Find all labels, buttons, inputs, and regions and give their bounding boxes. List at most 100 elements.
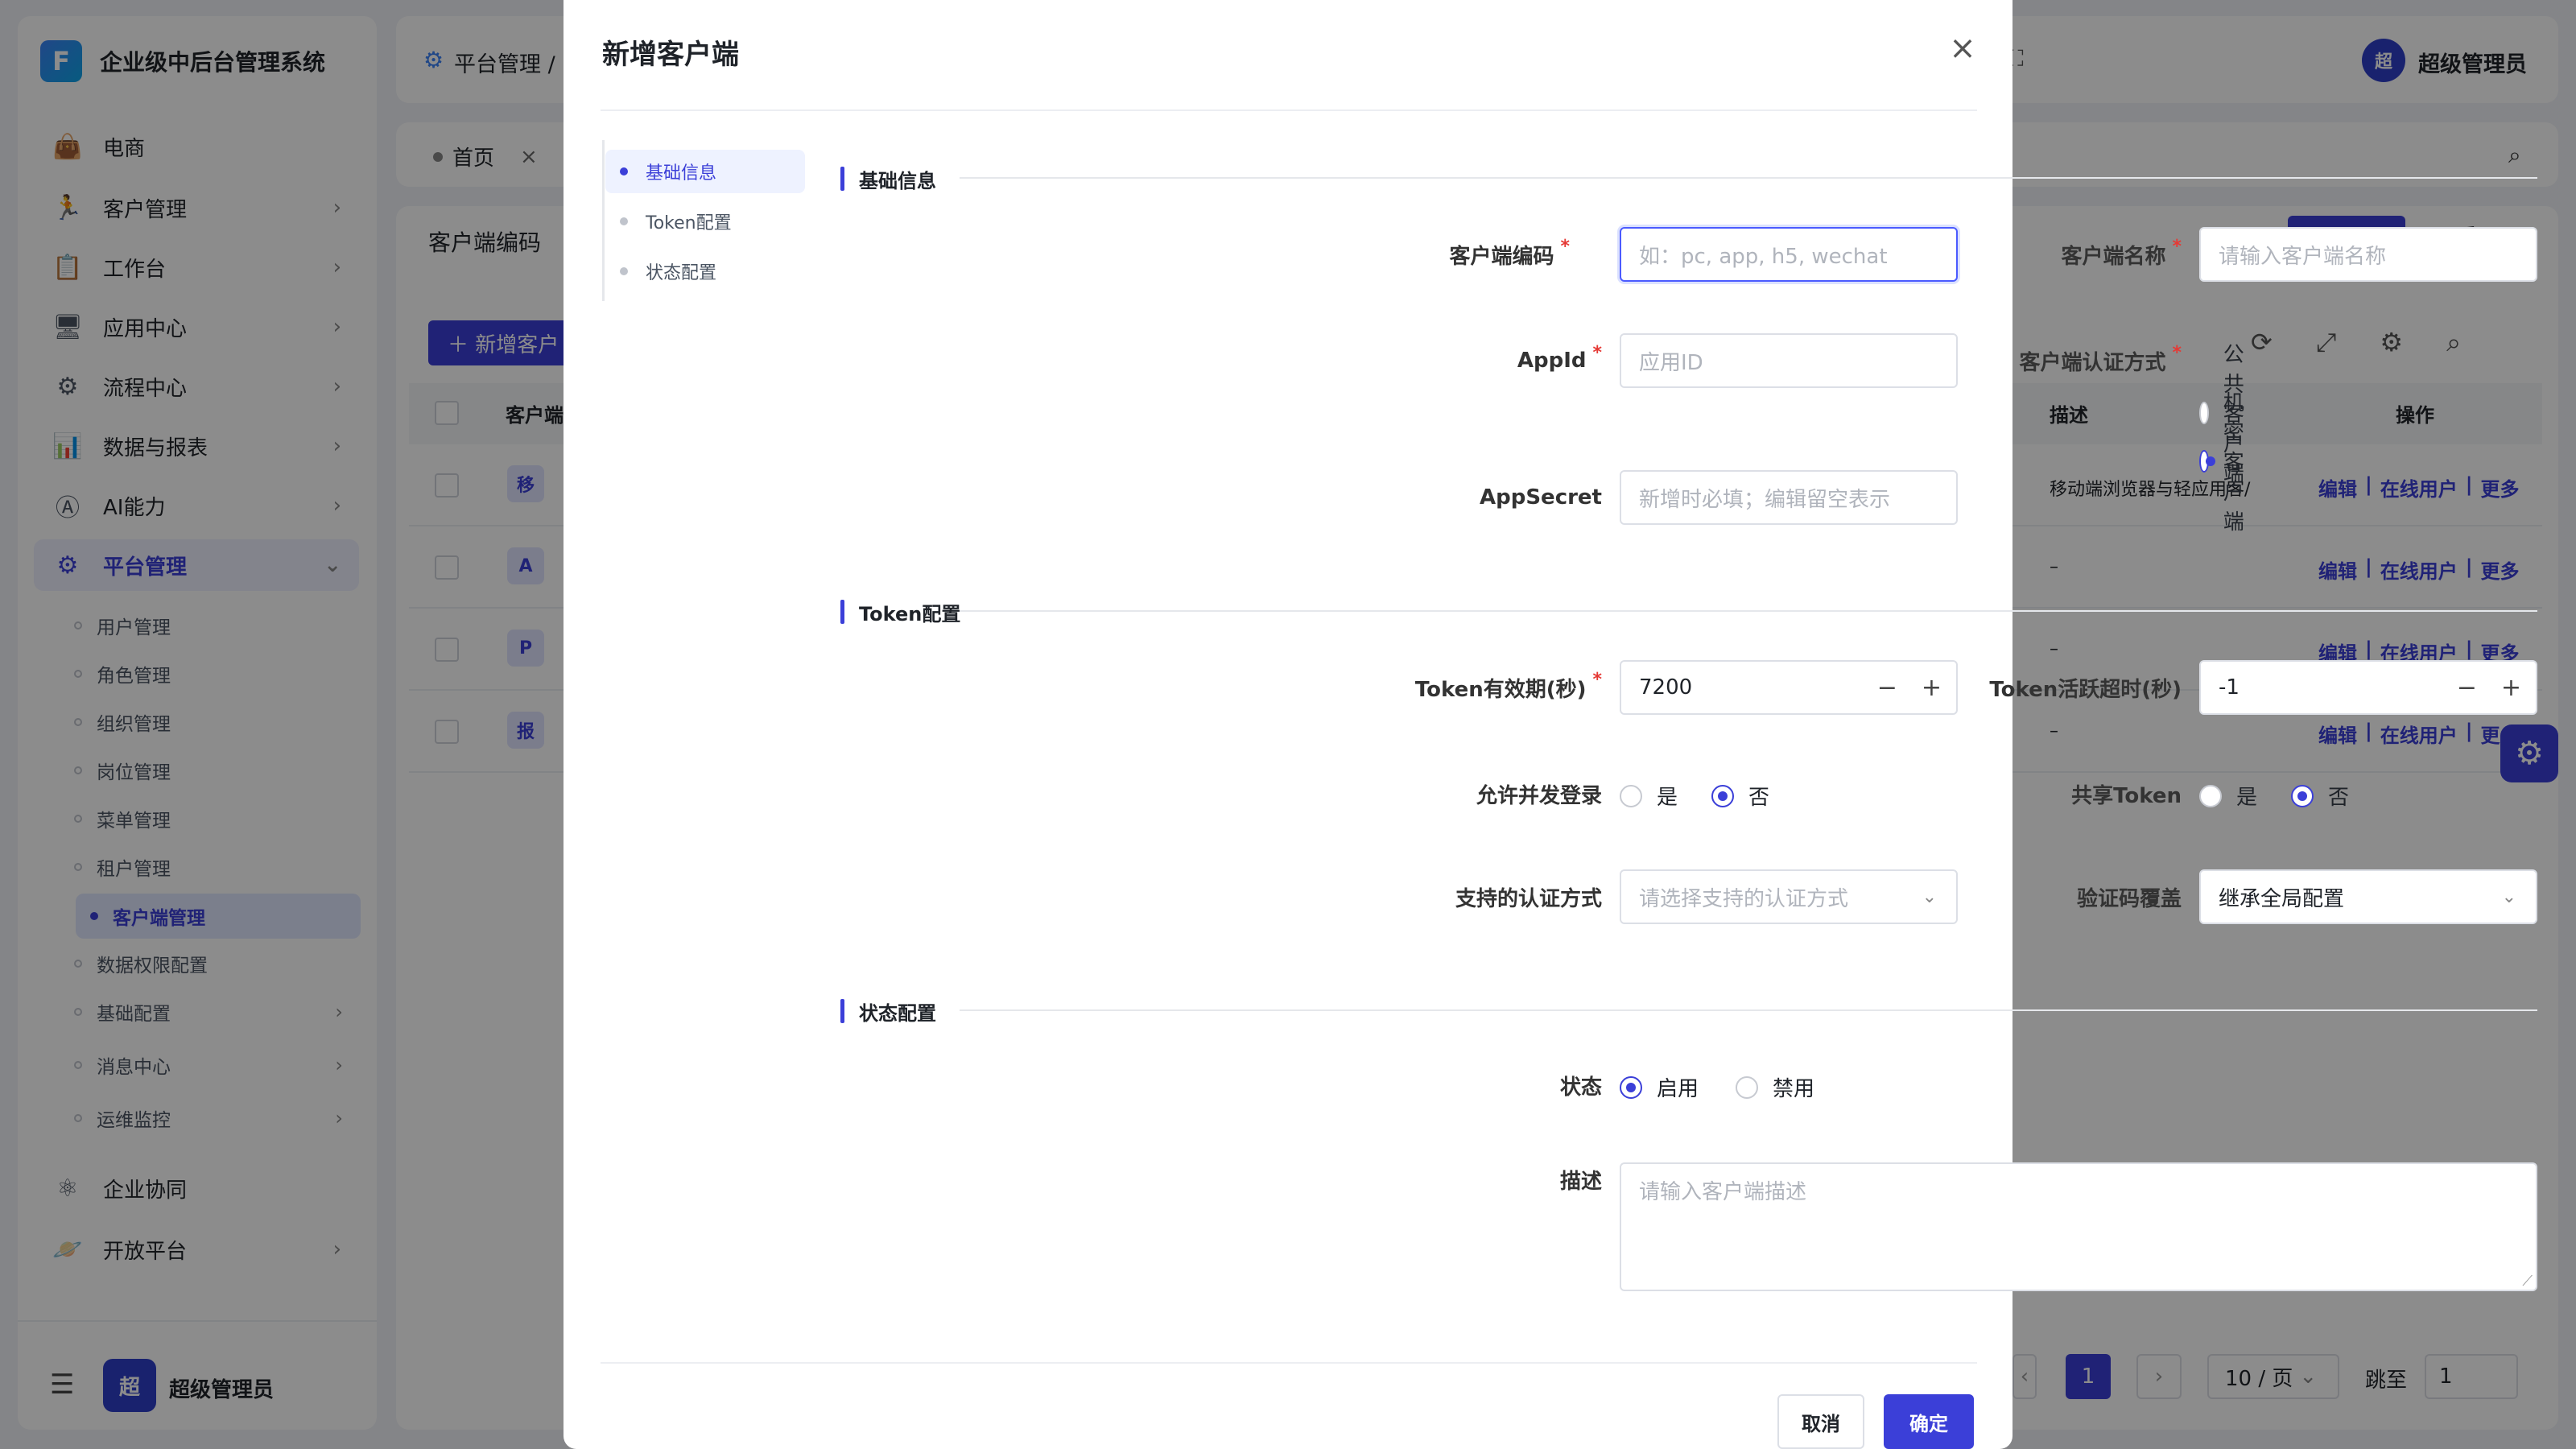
anchor-dot-icon [620,167,628,175]
chevron-down-icon: ⌄ [1922,886,1937,907]
select-value: 继承全局配置 [2219,886,2345,911]
client-name-label: 客户端名称 * [1980,227,2182,282]
anchor-dot-icon [620,217,628,225]
minus-icon[interactable]: − [1877,674,1897,702]
radio-concurrent-no[interactable]: 否 [1711,781,1769,811]
radio-confidential-client[interactable]: 机密客户端 [2199,386,2257,535]
radio-share-no[interactable]: 否 [2291,781,2349,811]
radio-circle [1620,784,1642,807]
token-idle-label: Token活跃超时(秒) [1948,660,2182,715]
radio-concurrent-yes[interactable]: 是 [1620,781,1678,811]
field-label-text: 客户端认证方式 [2019,350,2166,375]
close-icon[interactable]: × [1945,31,1980,66]
field-label-text: 客户端名称 [2061,244,2166,269]
textarea-placeholder: 请输入客户端描述 [1639,1180,1807,1204]
section-basic-title: 基础信息 [840,163,936,195]
radio-circle [1620,1075,1642,1099]
field-label-text: AppId [1517,349,1587,373]
auth-methods-select[interactable]: 请选择支持的认证方式 ⌄ [1620,869,1958,924]
anchor-label: Token配置 [646,213,732,233]
section-divider [960,177,2537,179]
section-bar [840,167,844,191]
field-label-text: 共享Token [2071,783,2182,808]
plus-icon[interactable]: + [1922,674,1942,702]
field-label-text: 允许并发登录 [1476,783,1602,808]
anchor-track [602,140,605,301]
chevron-down-icon: ⌄ [2501,886,2516,907]
appid-input[interactable]: 应用ID [1620,333,1958,388]
client-code-input[interactable]: 如：pc, app, h5, wechat [1620,227,1958,282]
section-bar [840,600,844,624]
share-token-label: 共享Token [1948,766,2182,821]
radio-circle [2199,784,2222,807]
confirm-button[interactable]: 确定 [1884,1394,1974,1449]
section-divider [960,610,2537,612]
radio-label: 机密客户端 [2223,391,2244,535]
radio-circle [1736,1075,1758,1099]
section-label: 基础信息 [859,169,936,192]
required-mark: * [2172,342,2182,363]
anchor-label: 状态配置 [646,263,717,283]
section-status-title: 状态配置 [840,995,936,1027]
select-placeholder: 请选择支持的认证方式 [1639,886,1849,911]
description-label: 描述 [1368,1159,1602,1199]
anchor-basic-info[interactable]: 基础信息 [605,150,805,193]
appsecret-input[interactable]: 新增时必填；编辑留空表示 [1620,470,1958,525]
token-idle-stepper[interactable]: -1 − + [2199,660,2537,715]
field-label-text: 验证码覆盖 [2076,886,2182,911]
field-label-text: 状态 [1559,1075,1602,1100]
modal-header-divider [601,109,1977,111]
concurrent-label: 允许并发登录 [1368,766,1602,821]
cancel-button[interactable]: 取消 [1777,1394,1864,1449]
modal-title: 新增客户端 [602,39,739,71]
radio-label: 是 [1657,786,1678,810]
anchor-status-config[interactable]: 状态配置 [605,250,805,293]
radio-circle [2291,784,2314,807]
token-ttl-stepper[interactable]: 7200 − + [1620,660,1958,715]
auth-type-label: 客户端认证方式 * [1948,333,2182,388]
radio-status-disabled[interactable]: 禁用 [1736,1072,1814,1102]
section-bar [840,999,844,1023]
appsecret-label: AppSecret [1401,470,1602,525]
field-label-text: Token活跃超时(秒) [1989,677,2182,702]
radio-label: 是 [2236,786,2258,810]
required-mark: * [2172,236,2182,257]
radio-label: 禁用 [1773,1077,1815,1101]
stepper-value: 7200 [1639,675,1693,700]
auth-methods-label: 支持的认证方式 [1368,869,1602,924]
anchor-token-config[interactable]: Token配置 [605,200,805,243]
field-label-text: 描述 [1559,1169,1602,1194]
section-label: Token配置 [859,602,961,625]
appid-label: AppId * [1401,333,1602,388]
status-label: 状态 [1368,1058,1602,1113]
radio-label: 否 [2328,786,2350,810]
section-divider [960,1009,2537,1011]
client-name-input[interactable]: 请输入客户端名称 [2199,227,2537,282]
radio-label: 启用 [1657,1077,1699,1101]
description-textarea[interactable]: 请输入客户端描述 ⟋ [1620,1162,2537,1291]
field-label-text: AppSecret [1479,485,1602,510]
plus-icon[interactable]: + [2501,674,2521,702]
field-label-text: 客户端编码 [1449,244,1554,269]
minus-icon[interactable]: − [2457,674,2477,702]
radio-label: 否 [1748,786,1770,810]
radio-share-yes[interactable]: 是 [2199,781,2257,811]
modal-dialog: 新增客户端 × 基础信息 Token配置 状态配置 基础信息 客户端编码 * 如：… [564,0,2537,1449]
radio-circle [1711,784,1734,807]
captcha-label: 验证码覆盖 [1948,869,2182,924]
field-label-text: 支持的认证方式 [1455,886,1602,911]
anchor-label: 基础信息 [646,163,717,184]
resize-handle-icon[interactable]: ⟋ [2522,1273,2533,1290]
anchor-dot-icon [620,267,628,275]
required-mark: * [1560,236,1570,257]
modal-footer-divider [601,1362,1977,1364]
stepper-value: -1 [2219,675,2240,700]
section-label: 状态配置 [859,1001,936,1025]
radio-circle [2199,449,2215,473]
token-ttl-label: Token有效期(秒) * [1368,660,1602,715]
captcha-select[interactable]: 继承全局配置 ⌄ [2199,869,2537,924]
radio-status-enabled[interactable]: 启用 [1620,1072,1699,1102]
required-mark: * [1592,669,1602,690]
client-code-label: 客户端编码 * [1368,227,1570,282]
required-mark: * [1592,342,1602,363]
